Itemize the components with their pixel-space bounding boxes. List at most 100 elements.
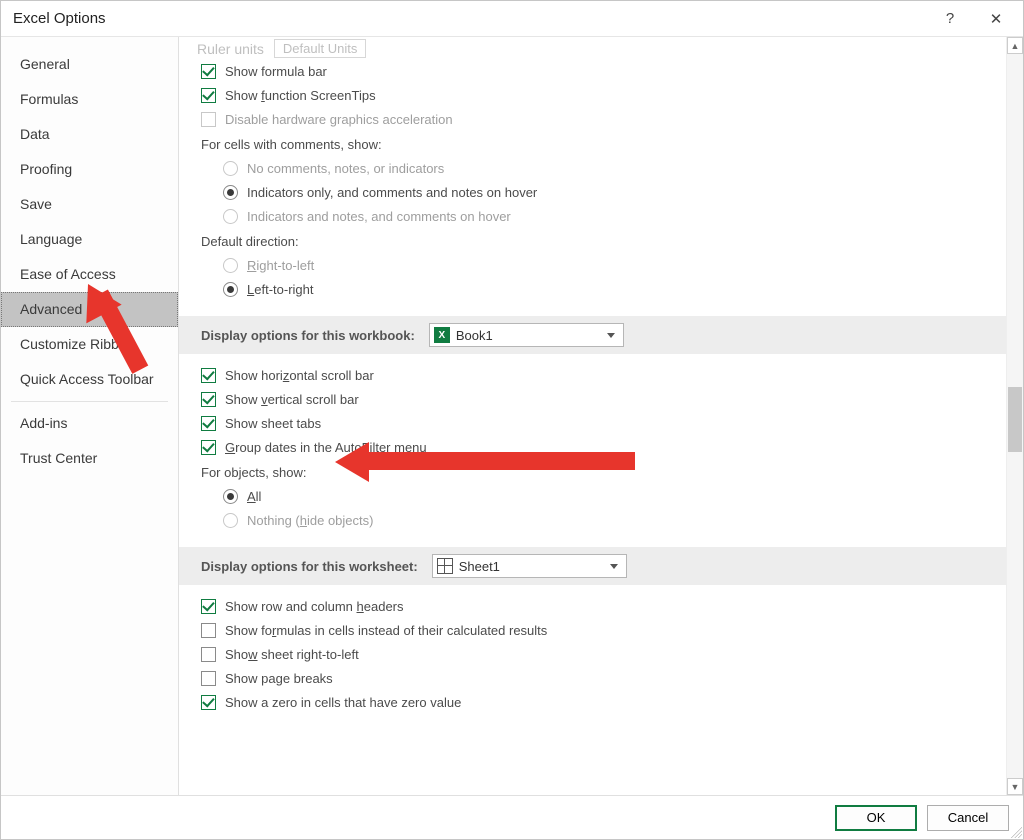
radio-icon[interactable] [223, 282, 238, 297]
checkbox-icon[interactable] [201, 392, 216, 407]
sidebar-separator [11, 401, 168, 402]
ruler-units-row: Ruler units Default Units [197, 39, 992, 58]
comments-radio-indicators-notes[interactable]: Indicators and notes, and comments on ho… [223, 205, 992, 229]
scroll-thumb[interactable] [1008, 387, 1022, 452]
ok-button[interactable]: OK [835, 805, 917, 831]
direction-ltr[interactable]: Left-to-right [223, 278, 992, 302]
show-function-screentips-row[interactable]: Show function ScreenTips [201, 84, 992, 108]
checkbox-icon[interactable] [201, 695, 216, 710]
sidebar-item-language[interactable]: Language [1, 222, 178, 257]
section-workbook-display: Display options for this workbook: X Boo… [179, 316, 1006, 354]
help-button[interactable]: ? [927, 4, 973, 34]
dialog-footer: OK Cancel [1, 795, 1023, 839]
objects-heading: For objects, show: [201, 460, 992, 485]
dialog-body: General Formulas Data Proofing Save Lang… [1, 37, 1023, 795]
show-horizontal-scroll-row[interactable]: Show horizontal scroll bar [201, 364, 992, 388]
sidebar-item-data[interactable]: Data [1, 117, 178, 152]
label: Show formula bar [225, 64, 327, 79]
section-title: Display options for this worksheet: [201, 559, 418, 574]
show-formula-bar-row[interactable]: Show formula bar [201, 60, 992, 84]
label: Nothing (hide objects) [247, 513, 373, 528]
label: Right-to-left [247, 258, 314, 273]
excel-icon: X [434, 327, 450, 343]
ruler-units-dropdown[interactable]: Default Units [274, 39, 366, 58]
close-button[interactable]: ✕ [973, 4, 1019, 34]
workbook-select[interactable]: X Book1 [429, 323, 624, 347]
sidebar-item-general[interactable]: General [1, 47, 178, 82]
titlebar: Excel Options ? ✕ [1, 1, 1023, 37]
show-page-breaks-row[interactable]: Show page breaks [201, 667, 992, 691]
checkbox-icon[interactable] [201, 64, 216, 79]
sidebar-item-proofing[interactable]: Proofing [1, 152, 178, 187]
radio-icon[interactable] [223, 185, 238, 200]
label: Indicators and notes, and comments on ho… [247, 209, 511, 224]
sidebar-item-customize-ribbon[interactable]: Customize Ribbon [1, 327, 178, 362]
show-sheet-tabs-row[interactable]: Show sheet tabs [201, 412, 992, 436]
label: Indicators only, and comments and notes … [247, 185, 537, 200]
comments-radio-none[interactable]: No comments, notes, or indicators [223, 157, 992, 181]
worksheet-select[interactable]: Sheet1 [432, 554, 627, 578]
sidebar-item-quick-access-toolbar[interactable]: Quick Access Toolbar [1, 362, 178, 397]
checkbox-icon[interactable] [201, 647, 216, 662]
main-panel: Ruler units Default Units Show formula b… [179, 37, 1023, 795]
radio-icon[interactable] [223, 161, 238, 176]
cancel-button[interactable]: Cancel [927, 805, 1009, 831]
checkbox-icon[interactable] [201, 623, 216, 638]
label: Show horizontal scroll bar [225, 368, 374, 383]
show-vertical-scroll-row[interactable]: Show vertical scroll bar [201, 388, 992, 412]
vertical-scrollbar[interactable]: ▲ ▼ [1006, 37, 1023, 795]
resize-grip-icon[interactable] [1008, 824, 1022, 838]
sidebar-item-ease-of-access[interactable]: Ease of Access [1, 257, 178, 292]
label: Show page breaks [225, 671, 333, 686]
scroll-up-arrow-icon[interactable]: ▲ [1007, 37, 1023, 54]
sidebar-item-save[interactable]: Save [1, 187, 178, 222]
comments-heading: For cells with comments, show: [201, 132, 992, 157]
sidebar-item-formulas[interactable]: Formulas [1, 82, 178, 117]
checkbox-icon[interactable] [201, 368, 216, 383]
section-title: Display options for this workbook: [201, 328, 415, 343]
label: Show formulas in cells instead of their … [225, 623, 547, 638]
group-dates-autofilter-row[interactable]: Group dates in the AutoFilter menu [201, 436, 992, 460]
show-formulas-row[interactable]: Show formulas in cells instead of their … [201, 619, 992, 643]
label: All [247, 489, 261, 504]
direction-heading: Default direction: [201, 229, 992, 254]
checkbox-icon[interactable] [201, 671, 216, 686]
scroll-down-arrow-icon[interactable]: ▼ [1007, 778, 1023, 795]
label: Show vertical scroll bar [225, 392, 359, 407]
chevron-down-icon [607, 333, 615, 338]
sheet-icon [437, 558, 453, 574]
comments-radio-indicators-only[interactable]: Indicators only, and comments and notes … [223, 181, 992, 205]
label: Show row and column headers [225, 599, 404, 614]
window-title: Excel Options [13, 10, 106, 27]
radio-icon[interactable] [223, 513, 238, 528]
show-sheet-rtl-row[interactable]: Show sheet right-to-left [201, 643, 992, 667]
sidebar-item-trust-center[interactable]: Trust Center [1, 441, 178, 476]
sidebar-item-add-ins[interactable]: Add-ins [1, 406, 178, 441]
radio-icon[interactable] [223, 489, 238, 504]
label: Show a zero in cells that have zero valu… [225, 695, 461, 710]
label: Show sheet right-to-left [225, 647, 359, 662]
checkbox-icon[interactable] [201, 440, 216, 455]
section-worksheet-display: Display options for this worksheet: Shee… [179, 547, 1006, 585]
sidebar: General Formulas Data Proofing Save Lang… [1, 37, 179, 795]
label: Group dates in the AutoFilter menu [225, 440, 427, 455]
objects-all-radio[interactable]: All [223, 485, 992, 509]
show-zero-row[interactable]: Show a zero in cells that have zero valu… [201, 691, 992, 715]
checkbox-icon[interactable] [201, 599, 216, 614]
checkbox-icon[interactable] [201, 112, 216, 127]
checkbox-icon[interactable] [201, 416, 216, 431]
label: Left-to-right [247, 282, 313, 297]
label: No comments, notes, or indicators [247, 161, 444, 176]
radio-icon[interactable] [223, 258, 238, 273]
checkbox-icon[interactable] [201, 88, 216, 103]
radio-icon[interactable] [223, 209, 238, 224]
label: Show function ScreenTips [225, 88, 376, 103]
sidebar-item-advanced[interactable]: Advanced [1, 292, 178, 327]
content-area: Ruler units Default Units Show formula b… [179, 37, 1006, 795]
label: Disable hardware graphics acceleration [225, 112, 453, 127]
objects-nothing-radio[interactable]: Nothing (hide objects) [223, 509, 992, 533]
excel-options-dialog: Excel Options ? ✕ General Formulas Data … [0, 0, 1024, 840]
disable-hardware-accel-row[interactable]: Disable hardware graphics acceleration [201, 108, 992, 132]
direction-rtl[interactable]: Right-to-left [223, 254, 992, 278]
show-row-col-headers-row[interactable]: Show row and column headers [201, 595, 992, 619]
